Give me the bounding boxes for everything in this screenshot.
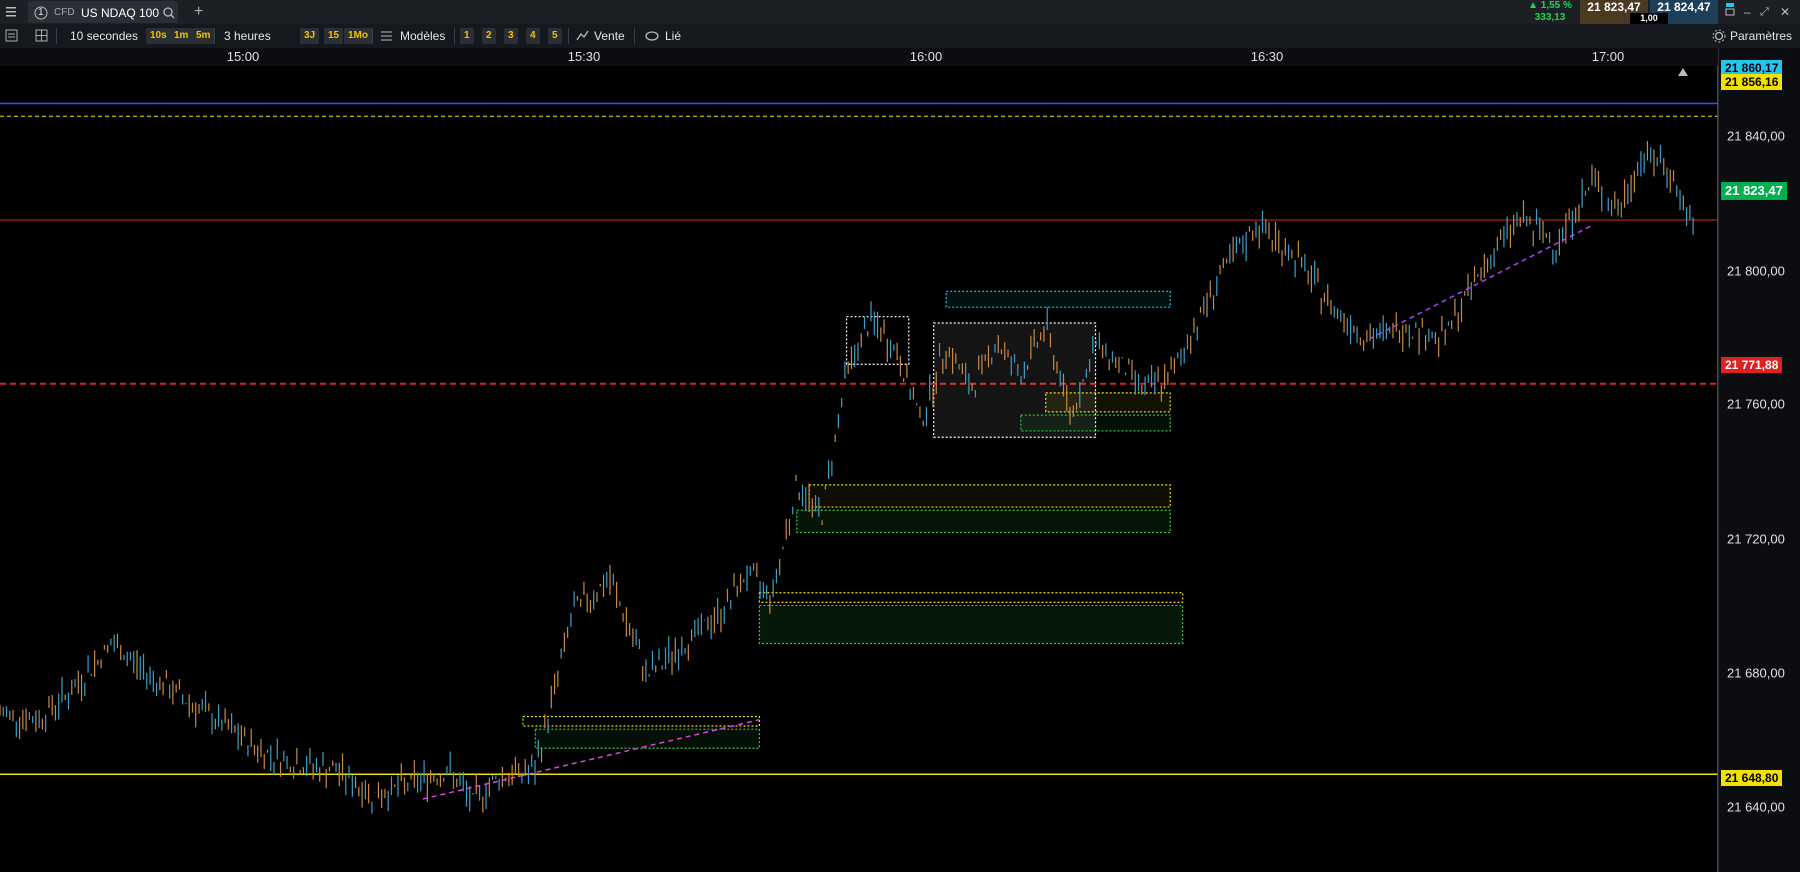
price-label: 21 760,00 bbox=[1727, 396, 1785, 412]
cfd-badge: CFD bbox=[54, 7, 75, 18]
price-label: 21 720,00 bbox=[1727, 531, 1785, 547]
preset-3[interactable]: 3 bbox=[504, 28, 518, 44]
bid-price: 21 823,47 bbox=[1587, 0, 1641, 14]
templates-icon[interactable] bbox=[380, 24, 394, 48]
list-icon[interactable] bbox=[4, 24, 20, 48]
price-tag-top-yellow: 21 856,16 bbox=[1721, 74, 1783, 90]
instrument-name: US NDAQ 100 bbox=[81, 6, 160, 20]
preset-5[interactable]: 5 bbox=[548, 28, 562, 44]
sell-button[interactable]: Vente bbox=[594, 24, 625, 48]
interval-10s[interactable]: 10s bbox=[146, 28, 171, 44]
preset-2[interactable]: 2 bbox=[482, 28, 496, 44]
layout-icon[interactable] bbox=[34, 24, 50, 48]
settings-button[interactable]: Paramètres bbox=[1730, 24, 1792, 48]
zone-yellow-2 bbox=[808, 484, 1171, 508]
chart-toolbar: 10 secondes 10s 1m 5m 3 heures 3J 15 1Mo… bbox=[0, 24, 1800, 49]
time-label: 15:30 bbox=[567, 49, 601, 64]
zone-green-2 bbox=[796, 509, 1171, 534]
alert-marker-icon bbox=[1678, 68, 1688, 76]
window-icon-1[interactable] bbox=[1724, 0, 1738, 24]
time-axis: 15:00 15:30 16:00 16:30 17:00 bbox=[0, 48, 1718, 66]
gear-icon[interactable] bbox=[1712, 24, 1726, 48]
zone-boxes bbox=[522, 290, 1184, 749]
close-icon[interactable]: ✕ bbox=[1780, 0, 1790, 24]
minimize-icon[interactable]: – bbox=[1744, 0, 1751, 24]
zone-yellow-3 bbox=[758, 592, 1184, 603]
time-label: 16:00 bbox=[909, 49, 943, 64]
range-3j[interactable]: 3J bbox=[300, 28, 320, 44]
price-tag-current: 21 823,47 bbox=[1721, 182, 1787, 200]
linked-button[interactable]: Lié bbox=[665, 24, 681, 48]
interval-1m[interactable]: 1m bbox=[170, 28, 193, 44]
zone-yellow-4 bbox=[522, 715, 761, 727]
change-abs: 333,13 bbox=[1534, 12, 1566, 23]
interval-5m[interactable]: 5m bbox=[192, 28, 215, 44]
range-15[interactable]: 15 bbox=[324, 28, 344, 44]
menu-icon[interactable] bbox=[4, 0, 20, 24]
instrument-tab[interactable]: 1 CFD US NDAQ 100 bbox=[28, 1, 178, 23]
zone-green-4 bbox=[534, 728, 761, 749]
ask-price: 21 824,47 bbox=[1657, 0, 1711, 14]
zone-cyan bbox=[945, 290, 1171, 308]
interval-select[interactable]: 10 secondes bbox=[70, 24, 138, 48]
link-icon[interactable] bbox=[644, 24, 660, 48]
zone-green-1 bbox=[1020, 414, 1171, 432]
price-tag-red: 21 771,88 bbox=[1721, 357, 1783, 373]
time-label: 15:00 bbox=[226, 49, 260, 64]
price-label: 21 640,00 bbox=[1727, 799, 1785, 815]
range-select[interactable]: 3 heures bbox=[224, 24, 271, 48]
price-label: 21 680,00 bbox=[1727, 665, 1785, 681]
change-box: ▲ 1,55 % 333,13 bbox=[1522, 0, 1578, 24]
time-label: 16:30 bbox=[1250, 49, 1284, 64]
popout-icon[interactable]: ⤢ bbox=[1760, 0, 1769, 24]
trend-line-2 bbox=[1369, 223, 1594, 340]
sell-icon[interactable] bbox=[576, 24, 590, 48]
spread: 1,00 bbox=[1630, 13, 1668, 24]
price-tag-bottom-yellow: 21 648,80 bbox=[1721, 770, 1783, 786]
top-bar: 1 CFD US NDAQ 100 + ▲ 1,55 % 333,13 21 8… bbox=[0, 0, 1800, 25]
tab-index: 1 bbox=[38, 7, 44, 18]
price-series bbox=[0, 141, 1694, 814]
preset-4[interactable]: 4 bbox=[526, 28, 540, 44]
price-chart[interactable] bbox=[0, 66, 1718, 872]
price-axis: 21 840,00 21 800,00 21 760,00 21 720,00 … bbox=[1718, 48, 1800, 872]
templates-button[interactable]: Modèles bbox=[400, 24, 445, 48]
add-tab-button[interactable]: + bbox=[194, 0, 203, 24]
preset-1[interactable]: 1 bbox=[460, 28, 474, 44]
zone-green-3 bbox=[758, 604, 1184, 645]
time-label: 17:00 bbox=[1591, 49, 1625, 64]
range-1mo[interactable]: 1Mo bbox=[344, 28, 372, 44]
zone-yellow-1 bbox=[1045, 392, 1171, 413]
change-pct: ▲ 1,55 % bbox=[1528, 0, 1572, 11]
price-label: 21 840,00 bbox=[1727, 128, 1785, 144]
search-icon[interactable] bbox=[162, 1, 176, 25]
price-label: 21 800,00 bbox=[1727, 263, 1785, 279]
